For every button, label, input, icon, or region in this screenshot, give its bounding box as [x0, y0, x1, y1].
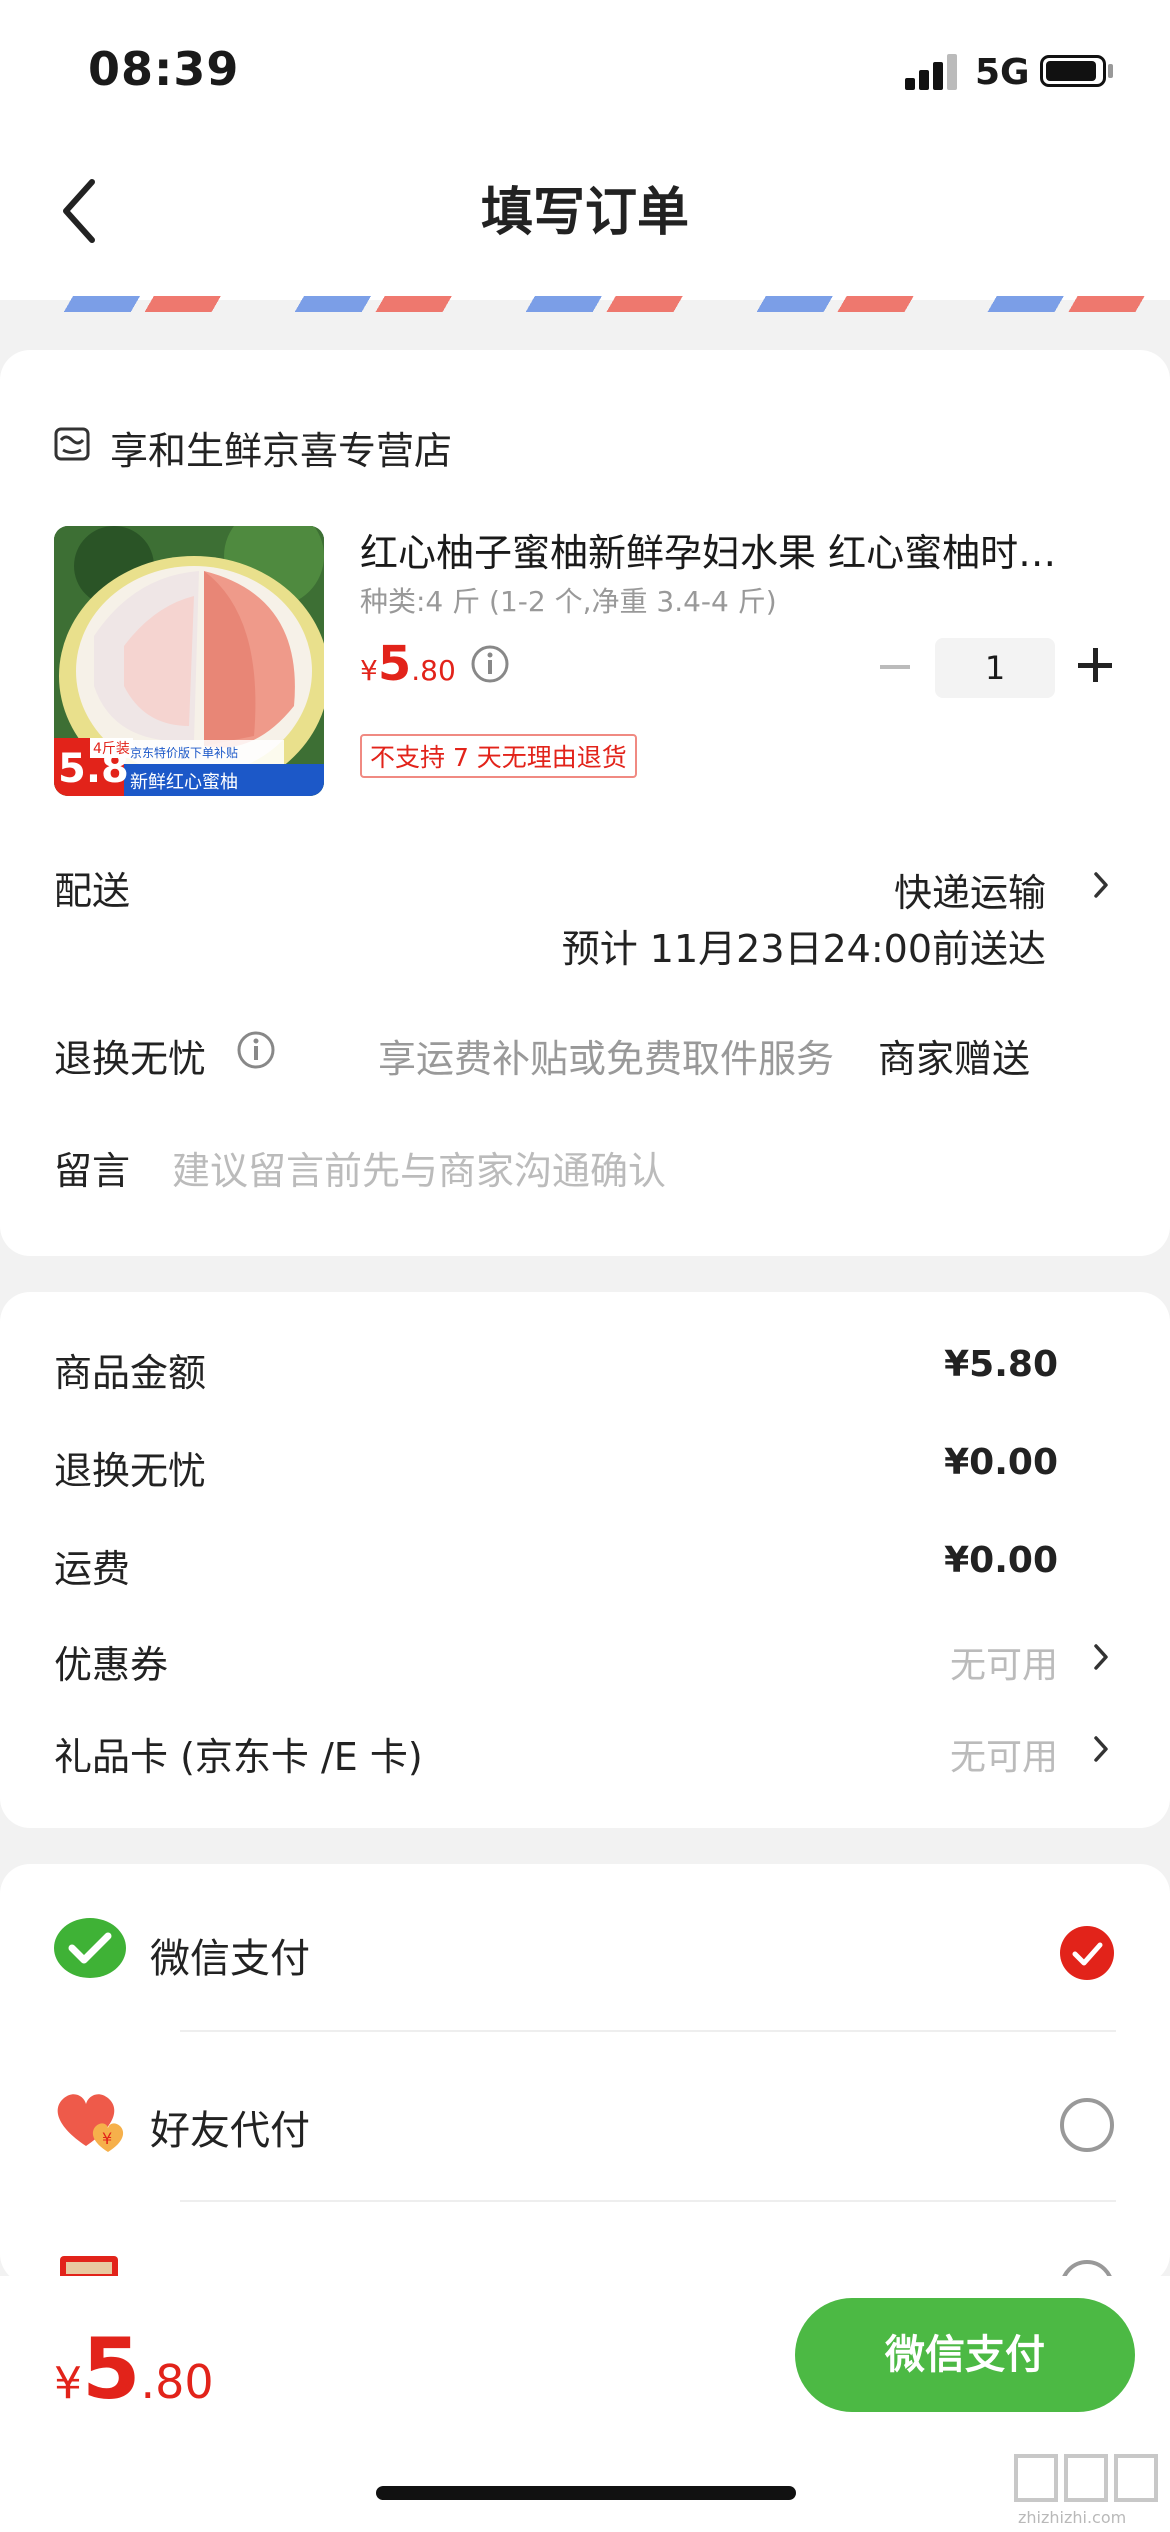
order-page: 08:39 5G 填写订单 享和生鲜京喜专营店 5.8 4斤装 京东特价版下单补…: [0, 0, 1170, 2532]
coupon-chevron-icon[interactable]: [1092, 1642, 1110, 1672]
product-spec: 种类:4 斤 (1-2 个,净重 3.4-4 斤): [360, 585, 777, 618]
worry-free-value: 商家赠送: [878, 1037, 1031, 1081]
payment-label-friend: 好友代付: [150, 2108, 310, 2154]
status-time: 08:39: [88, 42, 240, 96]
coupon-value[interactable]: 无可用: [950, 1636, 1058, 1688]
image-badge-small: 京东特价版下单补贴: [130, 746, 239, 760]
image-badge-text: 新鲜红心蜜柚: [130, 772, 238, 793]
shipping-fee-value: ¥0.00: [944, 1540, 1058, 1581]
battery-icon: [1040, 55, 1106, 87]
coupon-label[interactable]: 优惠券: [54, 1634, 168, 1689]
payment-card: 微信支付 ¥ 好友代付 京东支付: [0, 1864, 1170, 2284]
product-image[interactable]: 5.8 4斤装 京东特价版下单补贴 新鲜红心蜜柚: [54, 526, 324, 796]
worry-free-fee-value: ¥0.00: [944, 1442, 1058, 1483]
quantity-stepper: 1: [870, 638, 1120, 698]
increase-button[interactable]: [1078, 648, 1112, 682]
shop-name: 享和生鲜京喜专营店: [110, 429, 453, 473]
store-icon: [54, 427, 90, 461]
shipping-fee-label: 运费: [54, 1547, 131, 1591]
bottom-pay-bar: ¥5.80 微信支付 zhizhizhi.com: [0, 2276, 1170, 2532]
worry-free-fee-label: 退换无忧: [54, 1449, 207, 1493]
wechat-selected-radio[interactable]: [1060, 1926, 1114, 1980]
product-price: ¥5.80: [360, 636, 456, 692]
delivery-method[interactable]: 快递运输: [894, 862, 1046, 917]
goods-amount-label: 商品金额: [54, 1351, 207, 1395]
worry-free-desc: 享运费补贴或免费取件服务: [378, 1037, 835, 1081]
wechat-pay-icon: [54, 1918, 126, 1978]
return-policy-tag: 不支持 7 天无理由退货: [360, 734, 637, 778]
nav-bar: 填写订单: [0, 140, 1170, 300]
delivery-estimate: 预计 11月23日24:00前送达: [561, 927, 1046, 971]
airmail-border: [0, 296, 1170, 312]
goods-amount-value: ¥5.80: [944, 1344, 1058, 1385]
product-title[interactable]: 红心柚子蜜柚新鲜孕妇水果 红心蜜柚时…: [360, 522, 1100, 577]
price-info-icon[interactable]: [470, 644, 510, 684]
shop-order-card: 享和生鲜京喜专营店 5.8 4斤装 京东特价版下单补贴 新鲜红心蜜柚 红心柚子蜜…: [0, 350, 1170, 1256]
delivery-chevron-icon[interactable]: [1092, 870, 1110, 900]
giftcard-label[interactable]: 礼品卡 (京东卡 /E 卡): [54, 1726, 423, 1781]
total-price: ¥5.80: [54, 2320, 214, 2418]
network-label: 5G: [975, 52, 1030, 93]
divider: [180, 2200, 1116, 2202]
signal-icon: [905, 52, 961, 90]
friend-pay-icon: ¥: [57, 2094, 124, 2152]
status-bar: 08:39 5G: [0, 0, 1170, 140]
svg-text:¥: ¥: [102, 2129, 112, 2148]
giftcard-chevron-icon[interactable]: [1092, 1734, 1110, 1764]
divider: [180, 2030, 1116, 2032]
payment-label-wechat: 微信支付: [150, 1936, 310, 1982]
quantity-input[interactable]: 1: [935, 638, 1055, 698]
worry-free-label: 退换无忧: [54, 1037, 207, 1081]
watermark: zhizhizhi.com: [1012, 2450, 1162, 2530]
message-label: 留言: [54, 1149, 131, 1193]
friend-pay-radio[interactable]: [1060, 2098, 1114, 2152]
image-badge-weight: 4斤装: [90, 738, 133, 758]
page-title: 填写订单: [480, 183, 689, 243]
giftcard-value[interactable]: 无可用: [950, 1728, 1058, 1780]
worry-free-info-icon[interactable]: [236, 1030, 276, 1070]
delivery-label: 配送: [54, 869, 131, 913]
watermark-text: zhizhizhi.com: [1018, 2508, 1127, 2527]
message-input[interactable]: 建议留言前先与商家沟通确认: [172, 1140, 666, 1195]
decrease-button[interactable]: [880, 665, 910, 669]
home-indicator[interactable]: [376, 2486, 796, 2500]
pay-button[interactable]: 微信支付: [795, 2298, 1135, 2412]
amount-card: 商品金额 ¥5.80 退换无忧 ¥0.00 运费 ¥0.00 优惠券 无可用 礼…: [0, 1292, 1170, 1828]
